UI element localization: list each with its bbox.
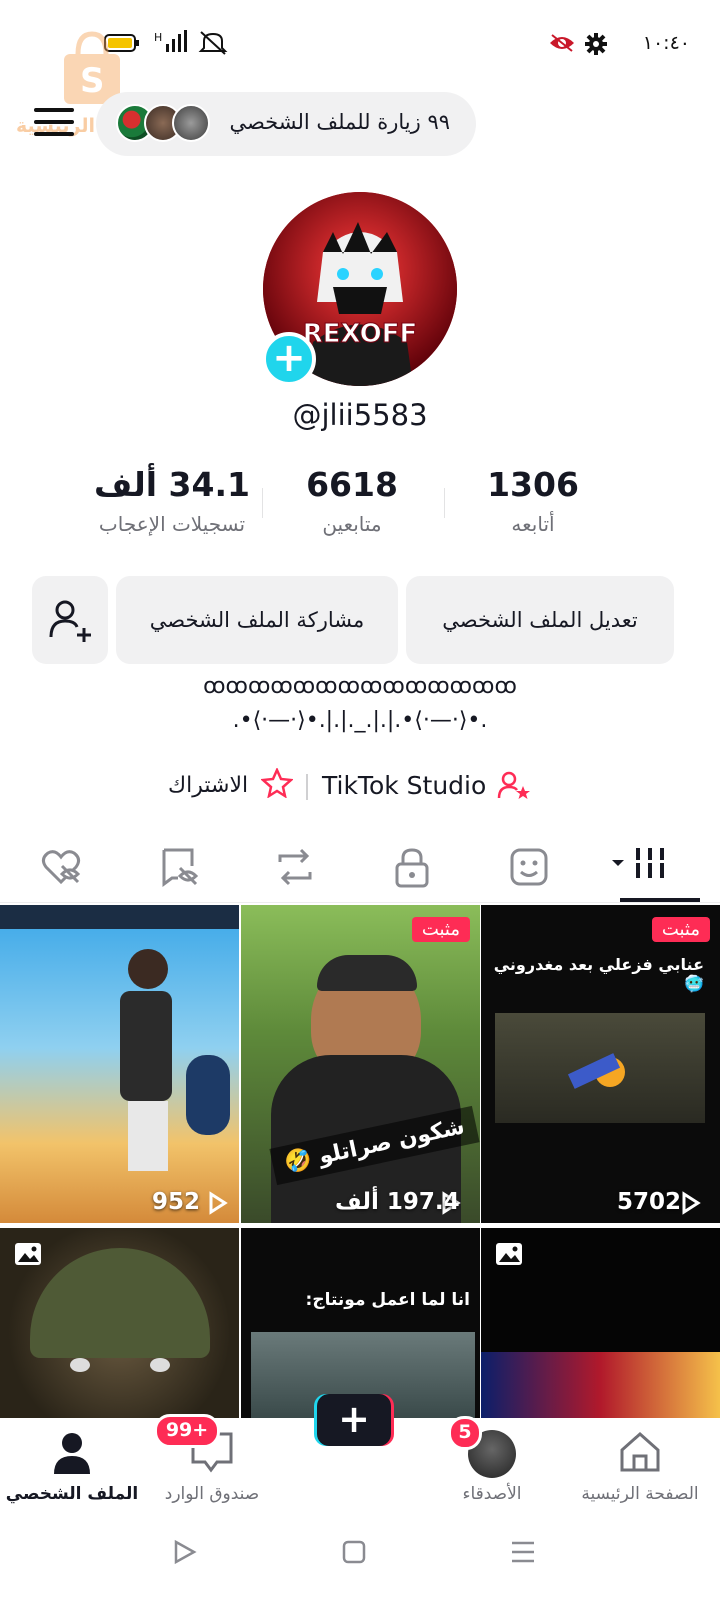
system-nav-bar [0,1528,720,1600]
photo-icon [496,1243,522,1265]
nav-friends-label: الأصدقاء [462,1484,522,1504]
recents-menu-icon[interactable] [510,1540,536,1564]
tab-favorites[interactable] [508,846,558,892]
favorites-icon [510,848,548,886]
following-stat[interactable]: 1306 أتابعه [433,465,633,536]
video-thumbnail [0,905,239,929]
video-tile[interactable]: مثبت شكون صراتلو 🤣 197.4 ألف [241,905,480,1223]
video-tile[interactable]: انا لما اعمل مونتاج: [241,1228,480,1418]
nav-profile-label: الملف الشخصي [5,1484,139,1504]
followers-count: 6618 [306,465,398,504]
friends-badge: 5 [448,1416,482,1450]
menu-button[interactable] [34,108,74,138]
likes-count: 34.1 ألف [94,465,250,504]
tabs-divider [0,902,720,903]
view-count: 952 [152,1189,201,1215]
tagged-icon [162,848,199,887]
status-time: ١٠:٤٠ [642,32,690,54]
inbox-badge: 99+ [154,1414,220,1448]
likes-stat[interactable]: 34.1 ألف تسجيلات الإعجاب [72,465,272,536]
video-thumbnail [481,1352,720,1418]
nav-inbox-label: صندوق الوارد [164,1484,260,1504]
create-button[interactable]: + [314,1394,394,1446]
profile-visits-pill[interactable]: ٩٩ زيارة للملف الشخصي [96,92,476,156]
settings-gear-icon [585,33,607,55]
nav-friends[interactable]: 5 الأصدقاء [412,1416,572,1504]
followers-label: متابعين [322,512,382,536]
add-user-icon [49,600,91,642]
following-count: 1306 [487,465,579,504]
tab-liked[interactable] [40,846,90,892]
home-square-icon[interactable] [342,1540,366,1564]
video-thumbnail [30,1248,210,1358]
video-thumbnail [495,1013,705,1123]
bottom-nav: الصفحة الرئيسية 5 الأصدقاء + 99+ صندوق ا… [0,1394,720,1528]
followers-stat[interactable]: 6618 متابعين [252,465,452,536]
mute-icon [198,31,228,55]
video-tile[interactable] [481,1228,720,1418]
visitor-avatar [172,104,210,142]
home-icon [620,1431,660,1472]
subscribe-star-icon [260,766,295,799]
tiktok-studio-label: TikTok Studio [322,771,487,800]
pinned-badge: مثبت [411,917,470,942]
view-count: 197.4 ألف [335,1189,460,1215]
repost-icon [278,848,312,886]
photo-icon [15,1243,41,1265]
svg-text:S: S [80,61,105,101]
view-count: 5702 [617,1189,682,1215]
svg-text:H: H [154,31,162,44]
pinned-badge: مثبت [651,917,710,942]
add-avatar-button[interactable]: + [262,332,316,386]
profile-visits-label: ٩٩ زيارة للملف الشخصي [229,110,450,134]
share-profile-button[interactable]: مشاركة الملف الشخصي [116,576,398,664]
video-tile[interactable] [0,1228,239,1418]
videos-grid-icon [612,848,664,878]
liked-icon [41,850,81,885]
play-icon [209,1191,228,1215]
video-caption: عنابي فزعلي بعد مغدروني 🥶 [493,955,704,993]
subscribe-link[interactable]: الاشتراك [168,766,295,806]
links-divider [306,774,308,800]
plus-icon: + [317,1394,391,1446]
eye-icon [550,34,574,52]
likes-label: تسجيلات الإعجاب [98,512,246,536]
username: @jlii5583 [292,398,428,432]
video-tile[interactable]: 952 [0,905,239,1223]
nav-home-label: الصفحة الرئيسية [581,1484,699,1504]
tab-reposts[interactable] [274,846,324,892]
tab-tagged[interactable] [158,846,208,892]
nav-home[interactable]: الصفحة الرئيسية [560,1430,720,1504]
menu-icon [34,108,74,112]
play-icon [682,1191,701,1215]
video-caption: انا لما اعمل مونتاج: [305,1290,470,1310]
nav-inbox[interactable]: 99+ صندوق الوارد [132,1414,292,1504]
edit-profile-button[interactable]: تعديل الملف الشخصي [406,576,674,664]
subscribe-label: الاشتراك [168,773,249,798]
back-triangle-icon[interactable] [172,1539,198,1565]
avatar-text: REXOFF [303,319,418,349]
add-friend-button[interactable] [32,576,108,664]
profile-person-icon [54,1433,90,1474]
bio-line-1: ꝏꝏꝏꝏꝏꝏꝏꝏꝏꝏꝏꝏꝏꝏ [203,674,517,699]
signal-icon: H [154,30,187,52]
video-tile[interactable]: مثبت عنابي فزعلي بعد مغدروني 🥶 5702 [481,905,720,1223]
tab-private[interactable] [392,846,442,892]
bio-line-2: .•⟨·—·⟩•.|.|._.|.|.•⟨·—·⟩•. [232,708,488,733]
following-label: أتابعه [511,512,555,536]
creator-star-icon [498,771,531,799]
nav-profile[interactable]: الملف الشخصي [0,1430,152,1504]
tab-videos[interactable] [610,846,664,892]
private-lock-icon [395,848,429,888]
tiktok-studio-link[interactable]: TikTok Studio [322,766,531,806]
